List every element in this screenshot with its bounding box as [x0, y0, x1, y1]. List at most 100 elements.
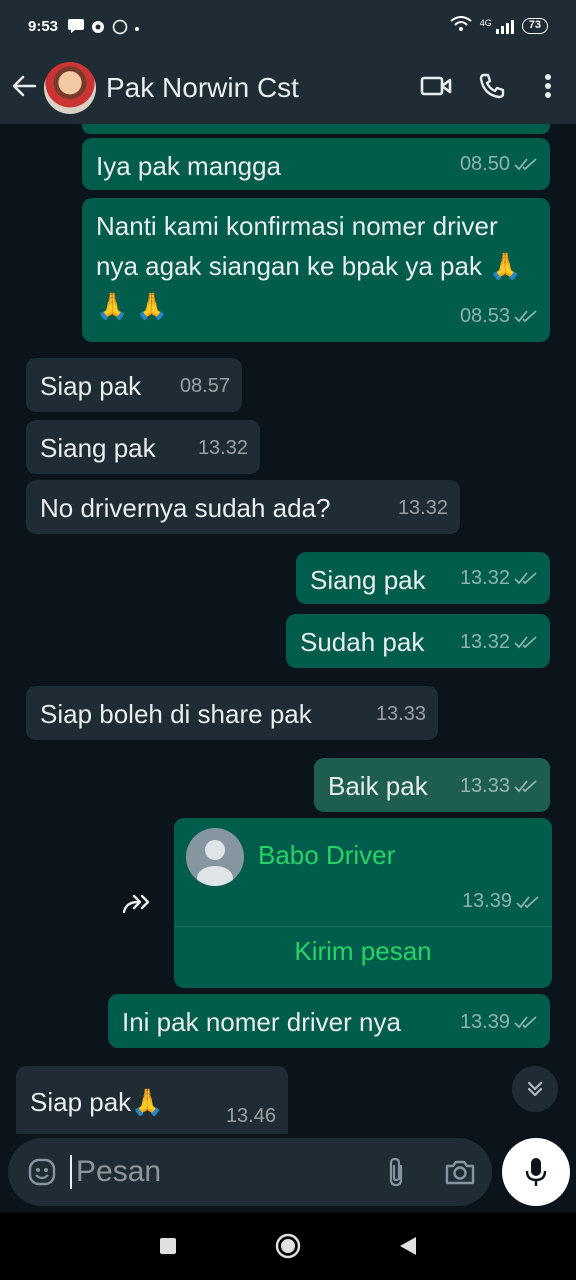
contact-avatar[interactable] — [44, 62, 96, 114]
nav-recents-icon — [160, 1238, 176, 1254]
double-tick-icon — [514, 158, 537, 171]
recents-button[interactable] — [154, 1232, 182, 1260]
double-tick-icon — [514, 1016, 537, 1029]
voice-call-button[interactable] — [464, 60, 520, 116]
video-call-icon — [420, 74, 452, 103]
message-meta: 13.33 — [460, 766, 538, 806]
message-meta: 13.39 — [460, 1002, 538, 1042]
message-bubble[interactable]: Siang pak 13.32 — [26, 420, 260, 474]
message-bubble[interactable]: Siang pak 13.32 — [296, 552, 550, 604]
message-time: 13.32 — [197, 437, 248, 459]
double-tick-icon — [514, 572, 537, 585]
more-options-icon — [544, 73, 552, 104]
more-options-button[interactable] — [520, 60, 576, 116]
message-bubble[interactable]: Baik pak 13.33 — [314, 758, 550, 812]
message-time: 13.32 — [459, 631, 510, 653]
message-meta: 13.32 — [398, 488, 448, 528]
message-text: Siap pak🙏 — [30, 1087, 164, 1117]
message-input[interactable]: Pesan — [70, 1155, 364, 1189]
dot-icon — [134, 19, 150, 33]
message-meta: 08.50 — [460, 144, 538, 184]
contact-card-name: Babo Driver — [258, 840, 396, 870]
message-text: Sudah pak — [300, 627, 425, 657]
nav-back-button[interactable] — [394, 1232, 422, 1260]
double-tick-icon — [514, 780, 537, 793]
contact-card-meta: 13.39 — [462, 890, 540, 913]
voice-message-button[interactable] — [502, 1138, 570, 1206]
divider — [174, 926, 552, 927]
contact-card-avatar — [186, 828, 244, 886]
message-bubble[interactable]: Ini pak nomer driver nya 13.39 — [108, 994, 550, 1048]
message-bubble[interactable]: Siap boleh di share pak 13.33 — [26, 686, 438, 740]
video-call-button[interactable] — [408, 60, 464, 116]
attach-icon — [389, 1157, 403, 1187]
message-time: 08.57 — [179, 375, 230, 397]
home-button[interactable] — [274, 1232, 302, 1260]
camera-icon — [445, 1160, 475, 1185]
system-navigation-bar — [0, 1212, 576, 1280]
message-meta: 13.33 — [376, 694, 426, 734]
status-time: 9:53 — [28, 17, 59, 35]
message-icon — [68, 19, 85, 33]
message-text: Ini pak nomer driver nya — [122, 1007, 401, 1037]
double-tick-icon — [514, 636, 537, 649]
network-label: 4G — [479, 18, 492, 28]
message-text: Nanti kami konfirmasi nomer driver nya a… — [96, 211, 522, 321]
send-message-button[interactable]: Kirim pesan — [174, 936, 552, 967]
wifi-icon — [450, 15, 472, 37]
message-text: Baik pak — [328, 771, 428, 801]
message-time: 13.32 — [459, 567, 510, 589]
forward-icon — [122, 894, 150, 914]
scroll-to-bottom-button[interactable] — [512, 1066, 558, 1112]
message-bubble[interactable]: Siap pak 08.57 — [26, 358, 242, 412]
settings-icon — [90, 19, 106, 33]
message-time: 08.53 — [459, 305, 510, 327]
message-meta: 13.32 — [198, 428, 248, 468]
person-icon — [197, 840, 233, 886]
signal-icon: 4G — [480, 18, 514, 34]
mic-icon — [525, 1158, 547, 1186]
message-meta: 08.57 — [180, 366, 230, 406]
nav-home-icon — [275, 1233, 301, 1259]
scroll-down-icon — [527, 1081, 543, 1097]
attach-button[interactable] — [364, 1140, 428, 1204]
contact-card[interactable]: Babo Driver 13.39 Kirim pesan — [174, 818, 552, 988]
emoji-button[interactable] — [14, 1144, 70, 1200]
message-time: 13.46 — [225, 1105, 276, 1127]
message-meta: 13.32 — [460, 558, 538, 598]
message-time: 13.33 — [375, 703, 426, 725]
camera-button[interactable] — [428, 1140, 492, 1204]
message-text: Siang pak — [40, 433, 156, 463]
message-bubble[interactable]: Siap pak🙏 13.46 — [16, 1066, 288, 1134]
nav-back-icon — [400, 1237, 416, 1255]
message-partial — [82, 124, 550, 134]
message-bubble[interactable]: No drivernya sudah ada? 13.32 — [26, 480, 460, 534]
phone-icon — [478, 72, 506, 105]
contact-name[interactable]: Pak Norwin Cst — [106, 72, 408, 104]
message-time: 13.39 — [459, 1011, 510, 1033]
message-bubble[interactable]: Iya pak mangga 08.50 — [82, 138, 550, 190]
message-composer: Pesan — [8, 1138, 492, 1206]
message-time: 08.50 — [459, 153, 510, 175]
back-arrow-icon — [11, 73, 37, 104]
message-bubble[interactable]: Sudah pak 13.32 — [286, 614, 550, 668]
message-text: No drivernya sudah ada? — [40, 493, 331, 523]
message-text: Siap pak — [40, 371, 142, 401]
message-text: Iya pak mangga — [96, 151, 282, 181]
status-bar: 9:53 4G 73 — [0, 0, 576, 52]
chat-area[interactable]: Iya pak mangga 08.50 Nanti kami konfirma… — [0, 124, 576, 1134]
whatsapp-icon — [112, 19, 128, 35]
message-bubble[interactable]: Nanti kami konfirmasi nomer driver nya a… — [82, 198, 550, 342]
back-button[interactable] — [4, 68, 44, 108]
battery-indicator: 73 — [521, 18, 548, 34]
message-meta: 08.53 — [460, 296, 538, 336]
message-text: Siang pak — [310, 565, 426, 595]
message-meta: 13.46 — [226, 1096, 276, 1134]
double-tick-icon — [516, 895, 539, 908]
message-time: 13.32 — [397, 497, 448, 519]
forward-button[interactable] — [120, 890, 156, 916]
contact-card-time: 13.39 — [461, 890, 512, 912]
message-text: Siap boleh di share pak — [40, 699, 312, 729]
chat-header: Pak Norwin Cst — [0, 52, 576, 124]
double-tick-icon — [514, 310, 537, 323]
